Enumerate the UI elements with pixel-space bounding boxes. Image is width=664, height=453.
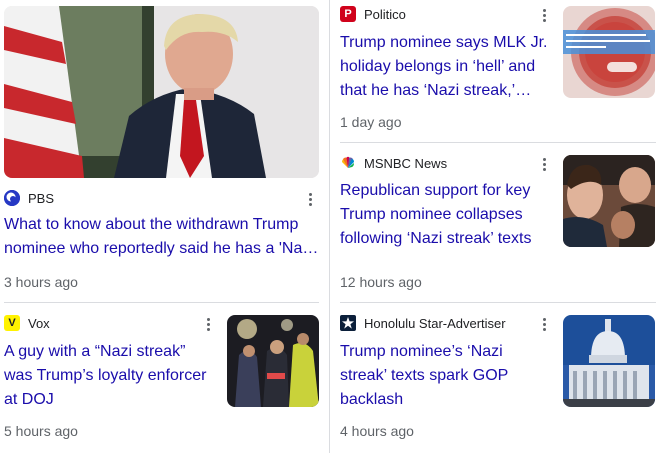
article-thumbnail[interactable]	[563, 155, 655, 247]
star-advertiser-logo-icon	[340, 315, 356, 331]
row-divider	[340, 302, 656, 303]
more-vert-icon[interactable]	[534, 5, 554, 25]
headline-link[interactable]: What to know about the withdrawn Trump n…	[4, 213, 322, 261]
source-name: MSNBC News	[364, 155, 448, 171]
vox-logo-icon: V	[4, 315, 20, 331]
more-vert-icon[interactable]	[300, 189, 320, 209]
source-label: PBS	[4, 189, 54, 207]
timestamp: 4 hours ago	[340, 423, 414, 439]
source-label: V Vox	[4, 314, 50, 332]
source-label: MSNBC News	[340, 154, 447, 172]
source-name: Vox	[28, 315, 50, 331]
source-name: Honolulu Star-Advertiser	[364, 315, 506, 331]
more-vert-icon[interactable]	[198, 314, 218, 334]
more-vert-icon[interactable]	[534, 154, 554, 174]
row-divider	[4, 302, 319, 303]
article-thumbnail[interactable]	[227, 315, 319, 407]
headline-link[interactable]: Republican support for key Trump nominee…	[340, 179, 550, 251]
more-vert-icon[interactable]	[534, 314, 554, 334]
headline-link[interactable]: A guy with a “Nazi streak” was Trump’s l…	[4, 340, 216, 412]
source-name: Politico	[364, 6, 406, 22]
msnbc-peacock-icon	[340, 155, 356, 171]
headline-link[interactable]: Trump nominee’s ‘Nazi streak’ texts spar…	[340, 340, 550, 412]
timestamp: 1 day ago	[340, 114, 402, 130]
timestamp: 5 hours ago	[4, 423, 78, 439]
pbs-logo-icon	[4, 190, 20, 206]
timestamp: 3 hours ago	[4, 274, 78, 290]
politico-logo-icon: P	[340, 6, 356, 22]
row-divider	[340, 142, 656, 143]
source-name: PBS	[28, 190, 55, 206]
article-thumbnail[interactable]	[563, 315, 655, 407]
source-label: P Politico	[340, 5, 406, 23]
hero-image[interactable]	[4, 6, 319, 178]
column-divider	[329, 0, 330, 453]
timestamp: 12 hours ago	[340, 274, 422, 290]
source-label: Honolulu Star-Advertiser	[340, 314, 506, 332]
article-thumbnail[interactable]	[563, 6, 655, 98]
headline-link[interactable]: Trump nominee says MLK Jr. holiday belon…	[340, 31, 550, 103]
